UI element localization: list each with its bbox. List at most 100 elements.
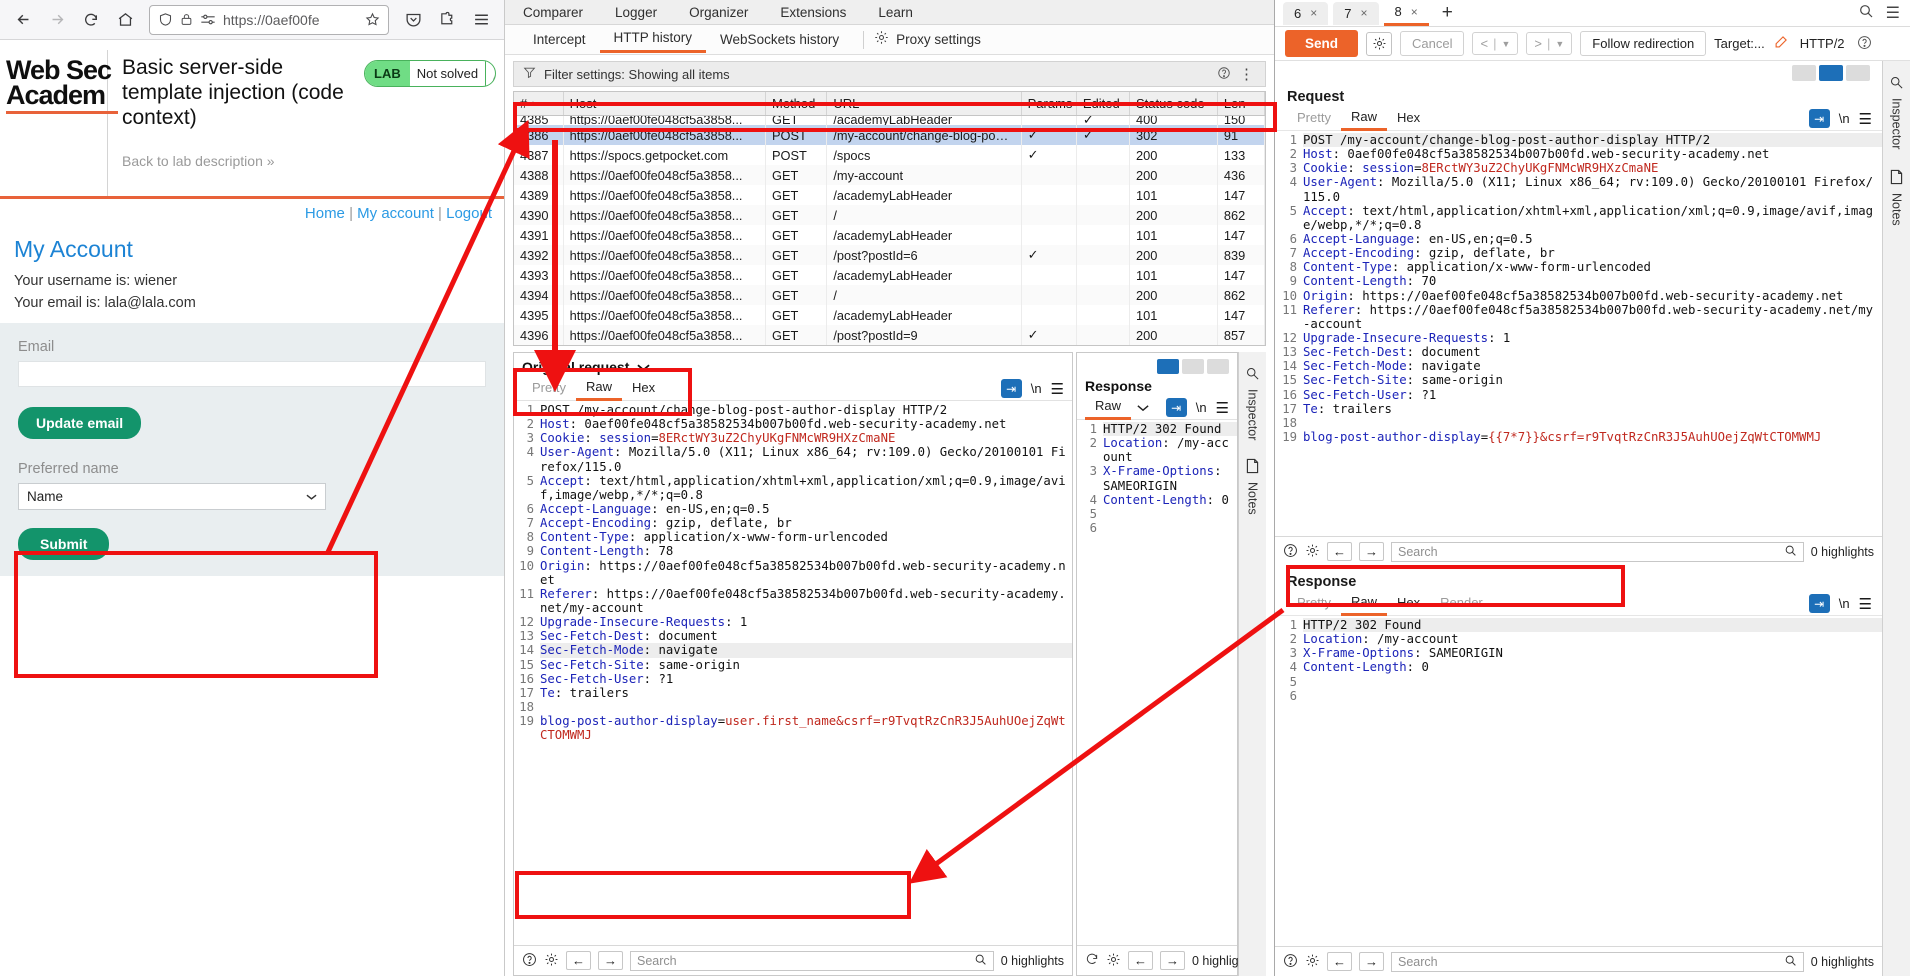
tab-raw[interactable]: Raw bbox=[1085, 396, 1132, 420]
home-icon[interactable] bbox=[110, 5, 140, 35]
col-url[interactable]: URL bbox=[826, 92, 1022, 116]
bookmark-star-icon[interactable] bbox=[365, 12, 380, 27]
original-request-header[interactable]: Original request bbox=[514, 353, 1072, 377]
newline-icon[interactable]: \n bbox=[1839, 596, 1850, 611]
layout-vertical-split-icon[interactable] bbox=[1792, 65, 1816, 81]
gear-icon[interactable] bbox=[544, 952, 559, 970]
word-wrap-icon[interactable]: ⇥ bbox=[1808, 109, 1830, 128]
layout-horizontal-split-icon[interactable] bbox=[1819, 65, 1843, 81]
newline-icon[interactable]: \n bbox=[1839, 111, 1850, 126]
menu-icon[interactable]: ☰ bbox=[1051, 380, 1064, 398]
next-request-button[interactable]: > | ▼ bbox=[1526, 32, 1573, 55]
back-arrow-icon[interactable] bbox=[8, 5, 38, 35]
tab-comparer[interactable]: Comparer bbox=[507, 2, 599, 24]
chevron-down-icon[interactable] bbox=[637, 360, 650, 375]
word-wrap-icon[interactable]: ⇥ bbox=[1000, 379, 1022, 398]
tab-websockets-history[interactable]: WebSockets history bbox=[706, 28, 853, 52]
col-status[interactable]: Status code bbox=[1129, 92, 1218, 116]
back-to-lab-description-link[interactable]: Back to lab description » bbox=[122, 152, 354, 170]
layout-vertical-split-icon[interactable] bbox=[1157, 359, 1179, 374]
table-row[interactable]: 4395 https://0aef00fe048cf5a3858... GET/ac… bbox=[514, 305, 1266, 325]
add-tab-button[interactable]: + bbox=[1434, 0, 1461, 26]
menu-icon[interactable]: ☰ bbox=[1216, 399, 1229, 417]
search-icon[interactable] bbox=[1858, 3, 1874, 23]
pocket-icon[interactable] bbox=[398, 5, 428, 35]
help-circle-icon[interactable] bbox=[522, 952, 537, 970]
gear-icon[interactable] bbox=[1305, 953, 1320, 971]
tab-raw[interactable]: Raw bbox=[575, 377, 622, 401]
help-circle-icon[interactable] bbox=[1283, 953, 1298, 971]
tab-logger[interactable]: Logger bbox=[599, 2, 673, 24]
filter-settings-bar[interactable]: Filter settings: Showing all items ⋮ bbox=[513, 61, 1266, 87]
proxy-settings-button[interactable]: Proxy settings bbox=[874, 26, 995, 53]
search-prev-button[interactable]: ← bbox=[1327, 952, 1352, 971]
newline-icon[interactable]: \n bbox=[1031, 381, 1042, 396]
tab-hex[interactable]: Hex bbox=[622, 378, 665, 399]
flask-icon[interactable] bbox=[485, 61, 495, 86]
permissions-icon[interactable] bbox=[200, 13, 216, 26]
gear-icon[interactable] bbox=[1366, 31, 1393, 56]
col-edited[interactable]: Edited bbox=[1076, 92, 1130, 116]
search-icon[interactable] bbox=[1784, 544, 1797, 560]
layout-horizontal-split-icon[interactable] bbox=[1182, 359, 1204, 374]
update-email-button[interactable]: Update email bbox=[18, 407, 142, 439]
layout-single-icon[interactable] bbox=[1846, 65, 1870, 81]
nav-home-link[interactable]: Home bbox=[305, 205, 345, 222]
search-icon[interactable] bbox=[974, 953, 987, 969]
submit-button[interactable]: Submit bbox=[18, 528, 110, 560]
search-prev-button[interactable]: ← bbox=[1128, 951, 1153, 970]
menu-icon[interactable]: ☰ bbox=[1859, 595, 1872, 613]
prev-request-button[interactable]: < | ▼ bbox=[1472, 32, 1519, 55]
tab-intercept[interactable]: Intercept bbox=[519, 28, 600, 52]
repeater-tab-8[interactable]: 8 × bbox=[1383, 0, 1429, 26]
tab-hex[interactable]: Hex bbox=[1387, 593, 1430, 614]
notes-label[interactable]: Notes bbox=[1890, 193, 1904, 226]
table-row[interactable]: 4390 https://0aef00fe048cf5a3858... GET/ 20… bbox=[514, 205, 1266, 225]
search-input[interactable]: Search bbox=[1391, 541, 1804, 562]
cancel-button[interactable]: Cancel bbox=[1400, 31, 1465, 56]
preferred-name-select[interactable]: Name bbox=[18, 483, 326, 510]
send-button[interactable]: Send bbox=[1285, 30, 1359, 57]
repeater-tab-6[interactable]: 6 × bbox=[1283, 1, 1329, 25]
table-row[interactable]: 4396 https://0aef00fe048cf5a3858... GET/po… bbox=[514, 325, 1266, 345]
tab-pretty[interactable]: Pretty bbox=[1287, 108, 1341, 129]
help-circle-icon[interactable] bbox=[1857, 35, 1872, 53]
table-row[interactable]: 4385 https://0aef00fe048cf5a3858... GET/ac… bbox=[514, 115, 1266, 125]
search-prev-button[interactable]: ← bbox=[566, 951, 591, 970]
repeater-response-code[interactable]: 1 HTTP/2 302 Found 2 Location: /my-account 3… bbox=[1275, 616, 1882, 946]
table-row[interactable]: 4388 https://0aef00fe048cf5a3858... GET/my… bbox=[514, 165, 1266, 185]
forward-arrow-icon[interactable] bbox=[42, 5, 72, 35]
address-bar[interactable]: https://0aef00fe bbox=[149, 4, 389, 35]
col-num[interactable]: # ^ bbox=[514, 92, 564, 116]
http-history-table[interactable]: # ^ Host Method URL Params Edited Status… bbox=[514, 92, 1266, 345]
repeater-tab-7[interactable]: 7 × bbox=[1333, 1, 1379, 25]
inspector-icon[interactable] bbox=[1245, 366, 1260, 384]
chevron-down-icon[interactable] bbox=[1131, 400, 1155, 415]
col-len[interactable]: Len bbox=[1217, 92, 1266, 116]
search-next-button[interactable]: → bbox=[1359, 542, 1384, 561]
help-circle-icon[interactable] bbox=[1283, 543, 1298, 561]
menu-icon[interactable]: ☰ bbox=[1859, 110, 1872, 128]
table-row[interactable]: 4393 https://0aef00fe048cf5a3858... GET/ac… bbox=[514, 265, 1266, 285]
follow-redirection-button[interactable]: Follow redirection bbox=[1580, 31, 1707, 56]
nav-my-account-link[interactable]: My account bbox=[357, 205, 434, 222]
original-request-code[interactable]: 1 POST /my-account/change-blog-post-autho… bbox=[514, 401, 1072, 945]
word-wrap-icon[interactable]: ⇥ bbox=[1165, 398, 1187, 417]
tab-raw[interactable]: Raw bbox=[1340, 107, 1387, 131]
table-row[interactable]: 4392 https://0aef00fe048cf5a3858... GET/po… bbox=[514, 245, 1266, 265]
notes-icon[interactable] bbox=[1889, 169, 1904, 188]
word-wrap-icon[interactable]: ⇥ bbox=[1808, 594, 1830, 613]
hamburger-menu-icon[interactable] bbox=[466, 5, 496, 35]
kebab-menu-icon[interactable]: ⋮ bbox=[1239, 65, 1256, 83]
col-host[interactable]: Host bbox=[563, 92, 767, 116]
tab-render[interactable]: Render bbox=[1430, 593, 1493, 614]
gear-icon[interactable] bbox=[1305, 543, 1320, 561]
search-prev-button[interactable]: ← bbox=[1327, 542, 1352, 561]
close-icon[interactable]: × bbox=[1411, 5, 1418, 19]
tab-http-history[interactable]: HTTP history bbox=[599, 26, 707, 53]
email-input[interactable] bbox=[18, 361, 486, 387]
nav-logout-link[interactable]: Logout bbox=[446, 205, 492, 222]
proxy-response-code[interactable]: 1 HTTP/2 302 Found 2 Location: /my-account 3… bbox=[1077, 420, 1237, 945]
tab-raw[interactable]: Raw bbox=[1340, 592, 1387, 616]
col-params[interactable]: Params bbox=[1021, 92, 1077, 116]
